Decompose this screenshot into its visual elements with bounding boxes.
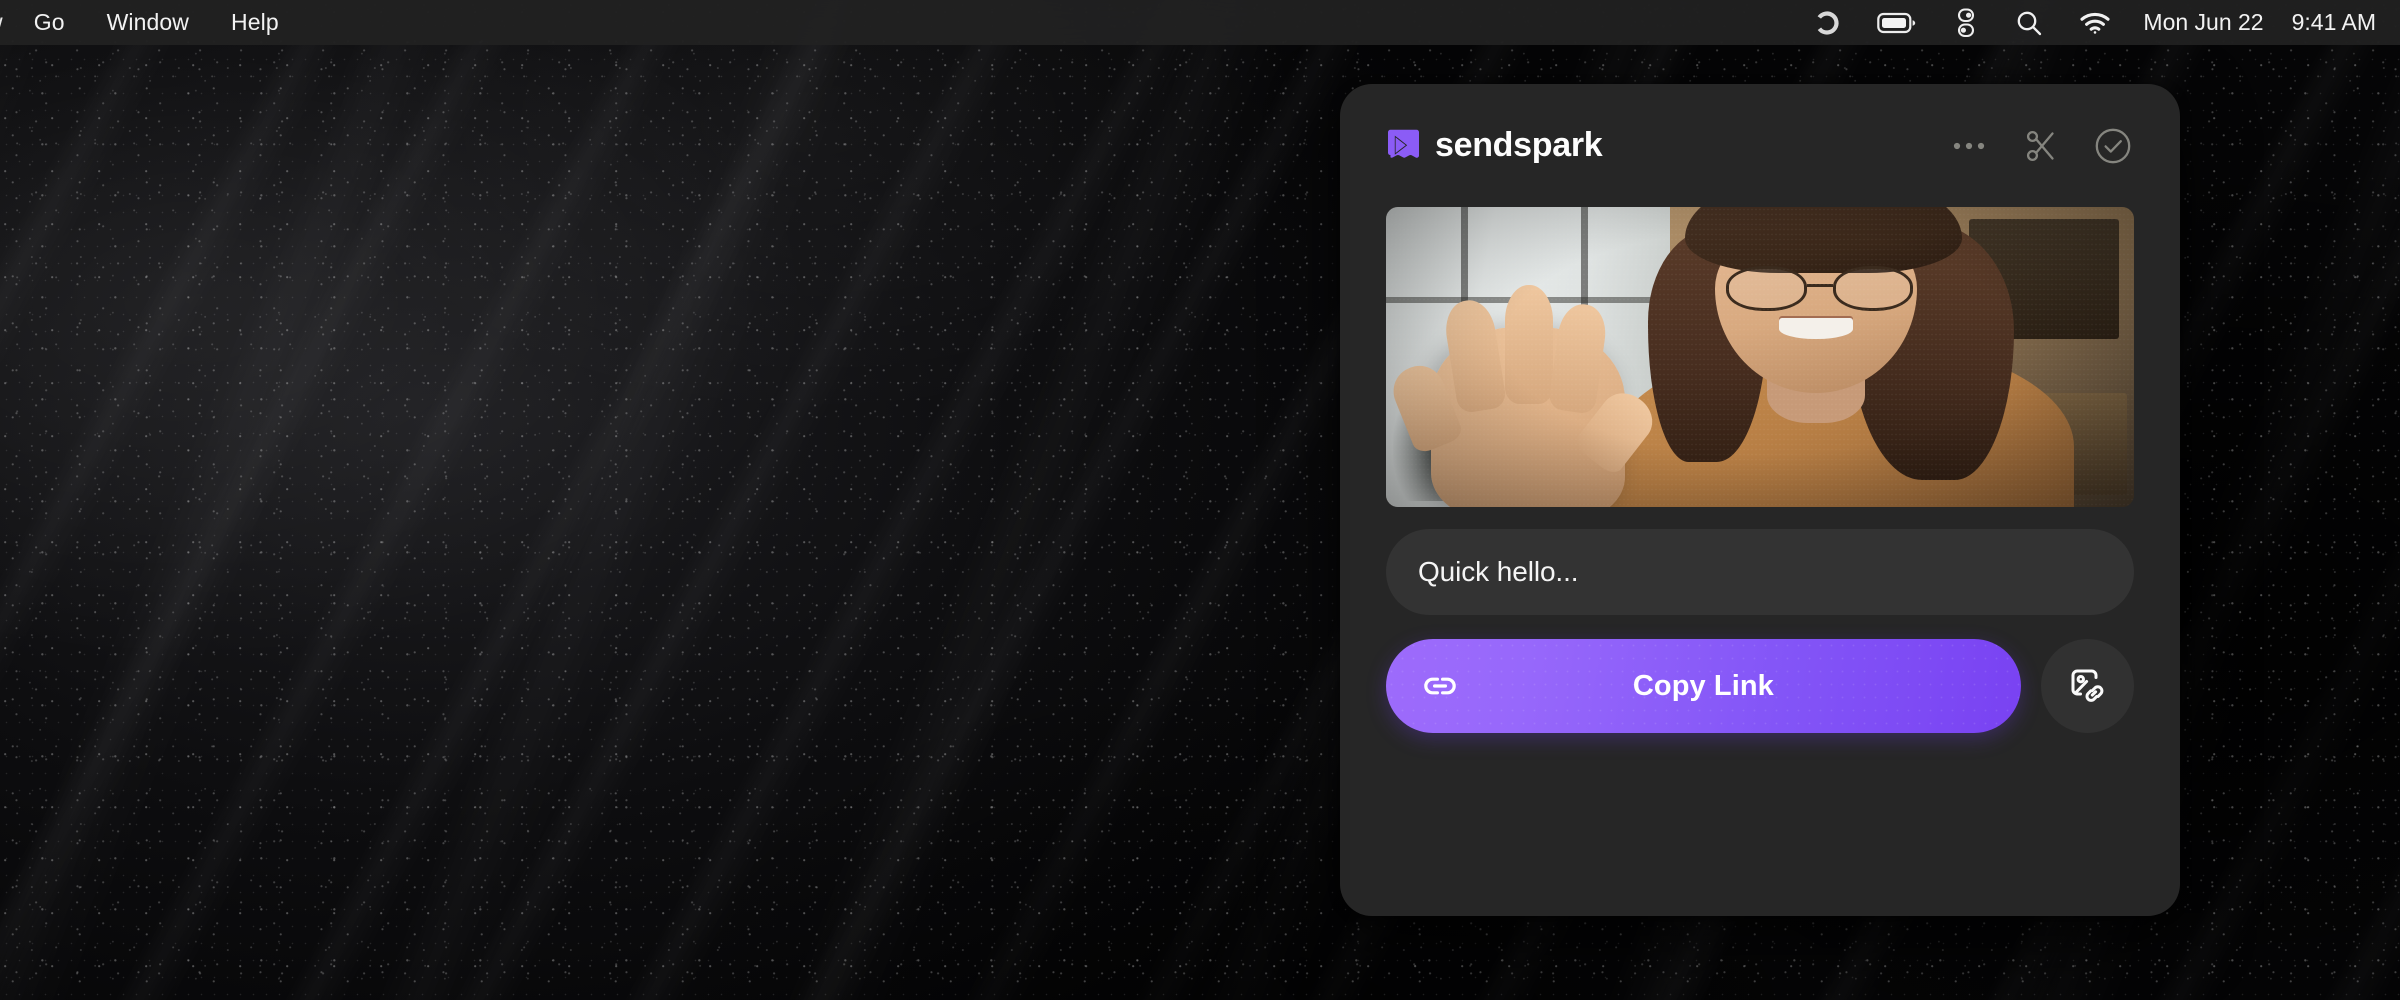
trim-scissors-icon[interactable] bbox=[2020, 125, 2062, 167]
menu-clipped[interactable]: w bbox=[0, 0, 13, 45]
person-glasses bbox=[1726, 265, 1914, 311]
menu-window[interactable]: Window bbox=[86, 0, 210, 45]
battery-icon[interactable] bbox=[1859, 0, 1935, 45]
brand-name: sendspark bbox=[1435, 126, 1603, 164]
person-smile bbox=[1778, 318, 1854, 339]
menu-go[interactable]: Go bbox=[13, 0, 86, 45]
brand: sendspark bbox=[1386, 126, 1603, 165]
finger-middle bbox=[1504, 284, 1554, 404]
panel-header: sendspark bbox=[1386, 84, 2134, 207]
spotlight-search-icon[interactable] bbox=[1997, 0, 2061, 45]
image-link-icon bbox=[2065, 663, 2109, 710]
video-preview-thumbnail[interactable] bbox=[1386, 207, 2134, 507]
done-check-icon[interactable] bbox=[2092, 125, 2134, 167]
macos-menu-bar: w Go Window Help bbox=[0, 0, 2400, 45]
copy-link-button[interactable]: Copy Link bbox=[1386, 639, 2021, 733]
menu-bar-status-group: Mon Jun 22 9:41 AM bbox=[1795, 0, 2400, 45]
glasses-lens-left bbox=[1726, 265, 1807, 311]
person-hat bbox=[1685, 207, 1962, 273]
sync-progress-icon[interactable] bbox=[1795, 0, 1859, 45]
thumbnail-scene bbox=[1386, 207, 2134, 507]
panel-header-actions bbox=[1948, 125, 2134, 167]
menu-bar-time[interactable]: 9:41 AM bbox=[2278, 0, 2376, 45]
menu-bar-date[interactable]: Mon Jun 22 bbox=[2129, 0, 2277, 45]
menu-help[interactable]: Help bbox=[210, 0, 300, 45]
glasses-bridge bbox=[1806, 284, 1833, 288]
copy-link-label: Copy Link bbox=[1632, 669, 1774, 702]
sendspark-logo-mark bbox=[1386, 128, 1421, 163]
video-title-input[interactable]: Quick hello... bbox=[1386, 529, 2134, 615]
panel-action-row: Copy Link bbox=[1386, 639, 2134, 733]
video-title-value: Quick hello... bbox=[1418, 556, 1579, 587]
menu-bar-left-group: w Go Window Help bbox=[0, 0, 300, 45]
glasses-lens-right bbox=[1832, 265, 1914, 311]
waving-hand bbox=[1386, 284, 1663, 507]
sendspark-recorder-panel: sendspark Quick hello... Copy Link bbox=[1340, 84, 2180, 916]
more-options-icon[interactable] bbox=[1948, 125, 1990, 167]
control-center-icon[interactable] bbox=[1935, 0, 1997, 45]
wifi-icon[interactable] bbox=[2061, 0, 2129, 45]
insert-image-link-button[interactable] bbox=[2040, 639, 2134, 733]
